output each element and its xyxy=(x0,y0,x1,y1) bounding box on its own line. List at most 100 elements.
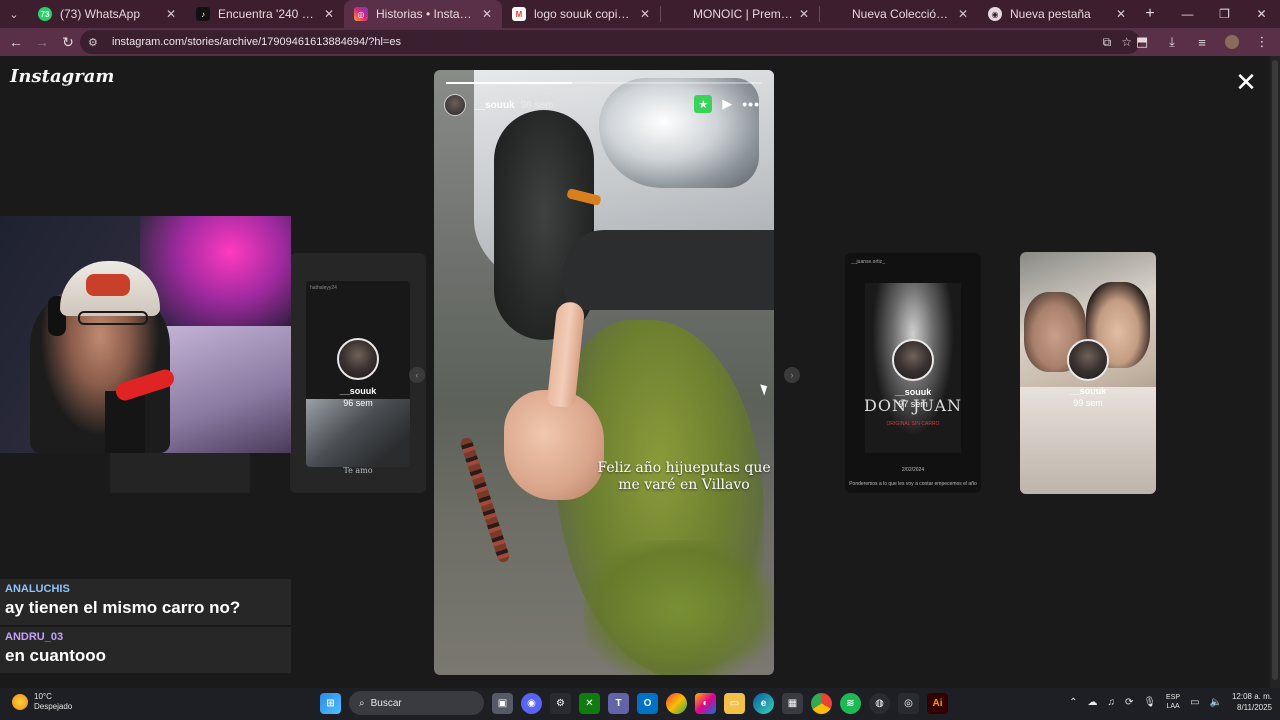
tab-search-icon[interactable]: ⌄ xyxy=(0,0,28,28)
clock-date: 8/11/2025 xyxy=(1237,703,1272,712)
language-top: ESP xyxy=(1166,694,1181,701)
extensions-icon[interactable]: ⬒ xyxy=(1130,30,1154,54)
preview-username: __souuk xyxy=(1069,386,1107,396)
teams-icon[interactable]: T xyxy=(608,692,629,714)
tab-title: Historias • Instagram xyxy=(376,7,476,21)
preview-time: 99 sem xyxy=(1073,398,1103,408)
preview-top-user: hathaleyy24 xyxy=(310,285,337,291)
tab-gmail[interactable]: M logo souuk copia - zapatarivad ✕ xyxy=(502,0,660,28)
speaker-icon[interactable]: 🔈 xyxy=(1210,697,1222,708)
browser-menu-icon[interactable]: ⋮ xyxy=(1250,30,1274,54)
preview-poster-date: 2/02/2024 xyxy=(901,467,925,473)
next-story-arrow-icon[interactable]: › xyxy=(784,367,800,383)
language-indicator[interactable]: ESP LAA xyxy=(1166,693,1180,711)
onedrive-icon[interactable]: ☁ xyxy=(1087,697,1097,708)
discord-icon[interactable]: ◉ xyxy=(521,692,542,714)
more-options-icon[interactable]: ••• xyxy=(742,96,760,112)
reload-icon[interactable]: ↻ xyxy=(56,30,80,54)
preview-photo xyxy=(306,399,410,467)
story-header: __souuk 96 sem xyxy=(444,94,553,116)
minimize-icon[interactable]: — xyxy=(1169,0,1206,28)
story-username[interactable]: __souuk xyxy=(474,100,515,111)
tab-true[interactable]: Nueva Colección | TRUE. Colom ✕ xyxy=(820,0,978,28)
show-hidden-icons-icon[interactable]: ⌃ xyxy=(1069,697,1077,708)
close-tab-icon[interactable]: ✕ xyxy=(1114,7,1128,21)
close-tab-icon[interactable]: ✕ xyxy=(480,7,494,21)
close-stories-icon[interactable]: ✕ xyxy=(1234,69,1258,95)
system-tray: ⌃ ☁ ♫ ⟳ 🎙 ESP LAA ▭ 🔈 12:08 a. m. 8/11/2… xyxy=(1069,691,1272,713)
new-tab-button[interactable]: + xyxy=(1136,5,1164,23)
story-preview-next[interactable]: __juanse.ortiz_ DON JUAN ORIGINAL SIN CA… xyxy=(845,253,981,493)
taskbar-clock[interactable]: 12:08 a. m. 8/11/2025 xyxy=(1232,691,1272,713)
microphone-icon[interactable]: 🎙 xyxy=(1143,697,1156,708)
story-preview-previous[interactable]: hathaleyy24 __souuk 96 sem Te amo xyxy=(290,253,426,493)
back-icon[interactable]: ← xyxy=(4,30,28,54)
display-icon[interactable]: ▭ xyxy=(1190,697,1199,708)
webcam-glasses xyxy=(78,311,148,325)
instagram-logo[interactable]: Instagram xyxy=(10,66,114,87)
story-progress-bar xyxy=(446,82,762,84)
tab-title: Nueva pestaña xyxy=(1010,7,1091,21)
close-tab-icon[interactable]: ✕ xyxy=(797,7,811,21)
main-story[interactable]: __souuk 96 sem ★ ▶ ••• Feliz año hijuepu… xyxy=(434,70,774,675)
profile-avatar[interactable] xyxy=(1220,30,1244,54)
tab-tiktok[interactable]: ♪ Encuentra '240 noviembre medi ✕ xyxy=(186,0,344,28)
download-icon[interactable]: ⤓ xyxy=(1160,30,1184,54)
file-explorer-icon[interactable]: ▭ xyxy=(724,692,745,714)
taskbar-search[interactable]: ⌕ Buscar xyxy=(349,691,484,715)
tab-strip: ⌄ 73 (73) WhatsApp ✕ ♪ Encuentra '240 no… xyxy=(0,0,1280,28)
tab-title: MONOIC | Premium Streetwear xyxy=(693,7,793,21)
sync-icon[interactable]: ⟳ xyxy=(1125,697,1133,708)
spotify-icon[interactable]: ≋ xyxy=(840,692,861,714)
settings-gear-icon[interactable]: ⚙ xyxy=(550,692,571,714)
obs-icon[interactable]: ◍ xyxy=(869,692,890,714)
photos-icon[interactable] xyxy=(666,692,687,714)
story-avatar[interactable] xyxy=(444,94,466,116)
restore-icon[interactable]: ❐ xyxy=(1206,0,1243,28)
chrome-taskbar-icon[interactable] xyxy=(811,692,832,714)
close-tab-icon[interactable]: ✕ xyxy=(638,7,652,21)
edge-icon[interactable]: e xyxy=(753,692,774,714)
windows-start-icon[interactable]: ⊞ xyxy=(320,692,341,714)
story-caption: Feliz año hijueputas que me varé en Vill… xyxy=(597,460,771,493)
close-tab-icon[interactable]: ✕ xyxy=(956,7,970,21)
lens-app-icon[interactable]: ◎ xyxy=(898,692,919,714)
preview-avatar xyxy=(1067,339,1109,381)
tab-instagram[interactable]: ◎ Historias • Instagram ✕ xyxy=(344,0,502,28)
chat-text: ay tienen el mismo carro no? xyxy=(5,598,241,617)
tab-title: Nueva Colección | TRUE. Colom xyxy=(852,7,952,21)
previous-story-arrow-icon[interactable]: ‹ xyxy=(409,367,425,383)
forward-icon[interactable]: → xyxy=(30,30,54,54)
close-tab-icon[interactable]: ✕ xyxy=(322,7,336,21)
tab-whatsapp[interactable]: 73 (73) WhatsApp ✕ xyxy=(28,0,186,28)
xbox-icon[interactable]: ✕ xyxy=(579,692,600,714)
search-icon: ⌕ xyxy=(359,697,365,709)
close-tab-icon[interactable]: ✕ xyxy=(164,7,178,21)
blank-favicon-icon xyxy=(671,7,685,21)
copilot-icon[interactable]: ◐ xyxy=(695,692,716,714)
tab-new[interactable]: ◉ Nueva pestaña ✕ xyxy=(978,0,1136,28)
story-preview-later[interactable]: __souuk 99 sem xyxy=(1020,252,1156,494)
outlook-icon[interactable]: O xyxy=(637,692,658,714)
tab-title: Encuentra '240 noviembre medi xyxy=(218,7,318,21)
tab-title: (73) WhatsApp xyxy=(60,7,141,21)
webcam-background xyxy=(150,326,291,453)
close-window-icon[interactable]: ✕ xyxy=(1243,0,1280,28)
url-text[interactable]: instagram.com/stories/archive/1790946161… xyxy=(112,36,401,48)
address-bar[interactable]: ⚙ instagram.com/stories/archive/17909461… xyxy=(80,30,1140,54)
scrollbar-thumb[interactable] xyxy=(1272,60,1278,680)
reading-list-icon[interactable]: ≡ xyxy=(1190,30,1214,54)
site-info-icon[interactable]: ⚙ xyxy=(88,36,102,49)
task-view-icon[interactable]: ▣ xyxy=(492,692,513,714)
install-app-icon[interactable]: ⧉ xyxy=(1103,35,1112,50)
preview-avatar xyxy=(892,339,934,381)
story-photo-bracelet xyxy=(459,436,511,564)
page-scrollbar[interactable] xyxy=(1270,56,1280,688)
microsoft-store-icon[interactable]: ▦ xyxy=(782,692,803,714)
volume-icon[interactable]: ♫ xyxy=(1107,697,1115,708)
tab-monoic[interactable]: MONOIC | Premium Streetwear ✕ xyxy=(661,0,819,28)
illustrator-icon[interactable]: Ai xyxy=(927,692,948,714)
play-icon[interactable]: ▶ xyxy=(722,96,732,112)
weather-widget[interactable]: 10°C Despejado xyxy=(12,692,72,712)
story-photo-hand xyxy=(504,390,604,500)
